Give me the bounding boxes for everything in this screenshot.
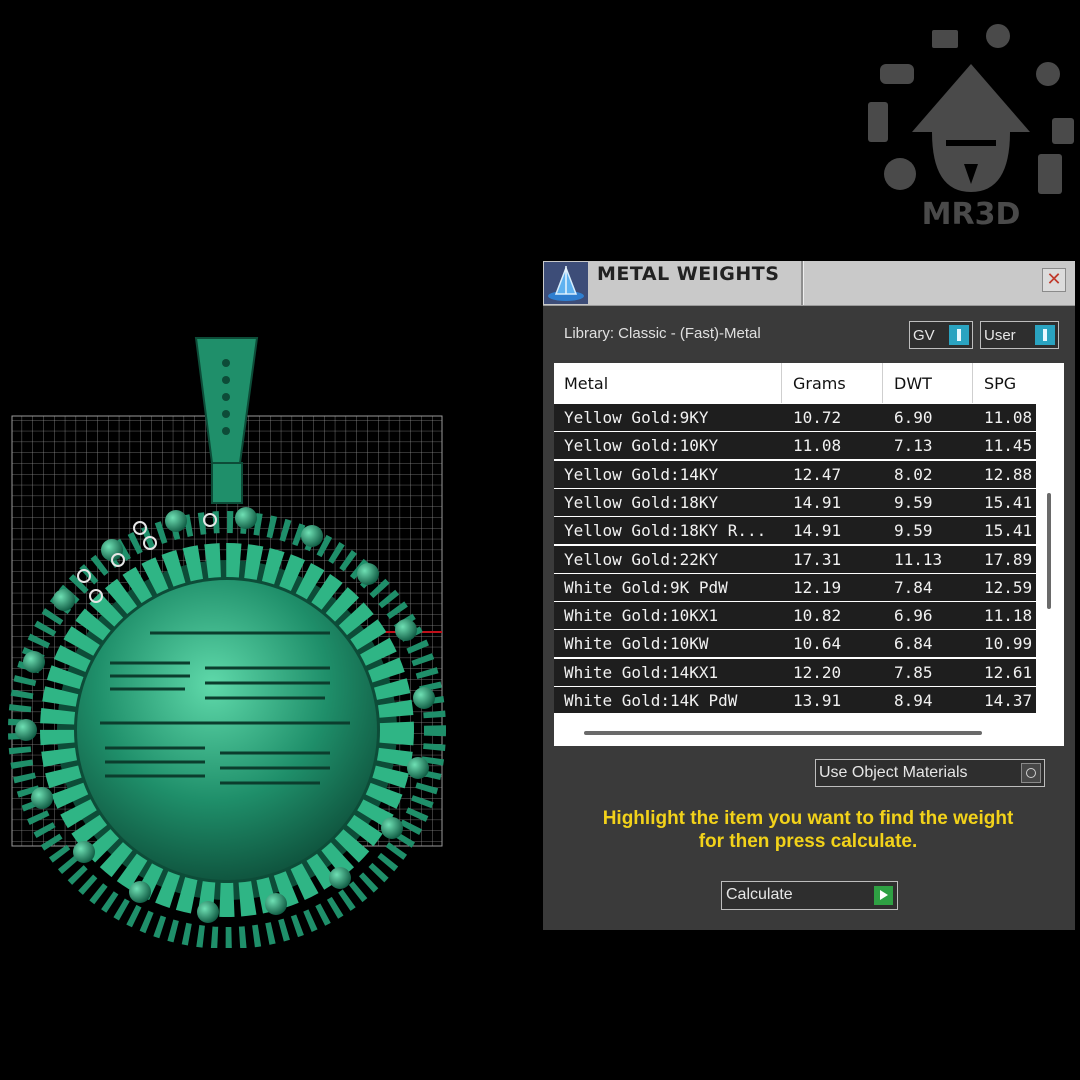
cell-spg: 11.45	[984, 436, 1033, 456]
cell-dwt: 8.94	[894, 691, 933, 710]
table-row[interactable]: Yellow Gold:18KY R... 14.91 9.59 15.41	[554, 517, 1036, 545]
cell-metal: White Gold:14K PdW	[564, 691, 738, 710]
use-object-materials-toggle[interactable]: Use Object Materials	[815, 759, 1045, 787]
radio-icon	[1021, 763, 1041, 783]
cell-spg: 10.99	[984, 634, 1033, 654]
play-icon	[874, 886, 893, 905]
cell-spg: 15.41	[984, 492, 1033, 512]
table-body: Yellow Gold:9KY 10.72 6.90 11.08 Yellow Gold…	[554, 404, 1036, 713]
table-row[interactable]: Yellow Gold:18KY 14.91 9.59 15.41	[554, 488, 1036, 516]
cell-metal: White Gold:9K PdW	[564, 577, 728, 597]
cell-dwt: 7.85	[894, 662, 933, 682]
header-grams[interactable]: Grams	[793, 374, 846, 393]
horizontal-scrollbar[interactable]	[584, 731, 982, 735]
cell-metal: White Gold:10KX1	[564, 606, 719, 626]
header-divider	[781, 363, 782, 403]
cell-metal: Yellow Gold:22KY	[564, 549, 719, 569]
cell-grams: 10.64	[793, 634, 842, 654]
cell-dwt: 9.59	[894, 492, 933, 512]
instruction-line-2: for then press calculate.	[698, 831, 918, 852]
cell-spg: 11.18	[984, 606, 1033, 626]
calculate-button[interactable]: Calculate	[721, 881, 898, 910]
header-divider	[882, 363, 883, 403]
table-row[interactable]: White Gold:14K PdW 13.91 8.94 14.37	[554, 687, 1036, 713]
dialog-title: METAL WEIGHTS	[597, 263, 780, 285]
gv-toggle[interactable]: GV	[909, 321, 973, 349]
table-row[interactable]: Yellow Gold:9KY 10.72 6.90 11.08	[554, 404, 1036, 431]
cell-dwt: 6.96	[894, 606, 933, 626]
header-metal[interactable]: Metal	[564, 374, 608, 393]
table-row[interactable]: White Gold:14KX1 12.20 7.85 12.61	[554, 658, 1036, 686]
cell-grams: 14.91	[793, 521, 842, 541]
cell-metal: Yellow Gold:18KY	[564, 492, 719, 512]
header-spg[interactable]: SPG	[984, 374, 1016, 393]
calculate-label: Calculate	[726, 886, 793, 903]
vertical-scrollbar[interactable]	[1047, 493, 1051, 609]
metal-weights-dialog: METAL WEIGHTS ✕ Library: Classic - (Fast…	[543, 261, 1075, 930]
gv-toggle-label: GV	[913, 327, 935, 344]
cell-grams: 12.19	[793, 577, 842, 597]
3d-viewport[interactable]	[0, 258, 540, 948]
cell-dwt: 6.90	[894, 408, 933, 427]
toggle-switch-icon	[949, 325, 969, 345]
instruction-text: Highlight the item you want to find the …	[563, 807, 1053, 853]
cell-metal: Yellow Gold:10KY	[564, 436, 719, 456]
cell-metal: Yellow Gold:14KY	[564, 464, 719, 484]
table-row[interactable]: White Gold:9K PdW 12.19 7.84 12.59	[554, 573, 1036, 601]
library-label: Library: Classic - (Fast)-Metal	[564, 325, 761, 342]
cell-metal: Yellow Gold:18KY R...	[564, 521, 767, 541]
use-object-materials-label: Use Object Materials	[819, 764, 968, 781]
instruction-line-1: Highlight the item you want to find the …	[602, 808, 1014, 829]
table-header: Metal Grams DWT SPG	[554, 363, 1064, 403]
close-button[interactable]: ✕	[1042, 268, 1066, 292]
cell-metal: Yellow Gold:9KY	[564, 408, 709, 427]
cell-spg: 17.89	[984, 549, 1033, 569]
cell-grams: 10.82	[793, 606, 842, 626]
user-toggle-label: User	[984, 327, 1016, 344]
cell-spg: 12.61	[984, 662, 1033, 682]
metal-weights-app-icon	[544, 262, 588, 304]
cell-grams: 17.31	[793, 549, 842, 569]
title-divider-highlight	[803, 261, 804, 305]
logo-text: MR3D	[922, 197, 1021, 232]
cell-metal: White Gold:10KW	[564, 634, 709, 654]
user-toggle[interactable]: User	[980, 321, 1059, 349]
cell-spg: 11.08	[984, 408, 1033, 427]
cell-spg: 12.59	[984, 577, 1033, 597]
cell-dwt: 7.84	[894, 577, 933, 597]
close-icon: ✕	[1046, 269, 1062, 290]
cell-dwt: 6.84	[894, 634, 933, 654]
table-row[interactable]: White Gold:10KW 10.64 6.84 10.99	[554, 630, 1036, 658]
table-row[interactable]: White Gold:10KX1 10.82 6.96 11.18	[554, 602, 1036, 630]
table-row[interactable]: Yellow Gold:14KY 12.47 8.02 12.88	[554, 460, 1036, 488]
cell-grams: 10.72	[793, 408, 842, 427]
cell-dwt: 7.13	[894, 436, 933, 456]
header-dwt[interactable]: DWT	[894, 374, 932, 393]
metal-table: Metal Grams DWT SPG Yellow Gold:9KY 10.72…	[554, 363, 1064, 746]
cell-metal: White Gold:14KX1	[564, 662, 719, 682]
cell-spg: 15.41	[984, 521, 1033, 541]
mr3d-logo: MR3D	[868, 24, 1074, 232]
dialog-titlebar[interactable]: METAL WEIGHTS ✕	[543, 261, 1075, 306]
cell-grams: 12.47	[793, 464, 842, 484]
header-divider	[972, 363, 973, 403]
cell-spg: 12.88	[984, 464, 1033, 484]
cell-spg: 14.37	[984, 691, 1033, 710]
cell-grams: 14.91	[793, 492, 842, 512]
toggle-switch-icon	[1035, 325, 1055, 345]
cell-dwt: 11.13	[894, 549, 943, 569]
cell-dwt: 8.02	[894, 464, 933, 484]
cell-grams: 12.20	[793, 662, 842, 682]
table-row[interactable]: Yellow Gold:10KY 11.08 7.13 11.45	[554, 432, 1036, 460]
cell-grams: 11.08	[793, 436, 842, 456]
cell-grams: 13.91	[793, 691, 842, 710]
table-row[interactable]: Yellow Gold:22KY 17.31 11.13 17.89	[554, 545, 1036, 573]
cell-dwt: 9.59	[894, 521, 933, 541]
